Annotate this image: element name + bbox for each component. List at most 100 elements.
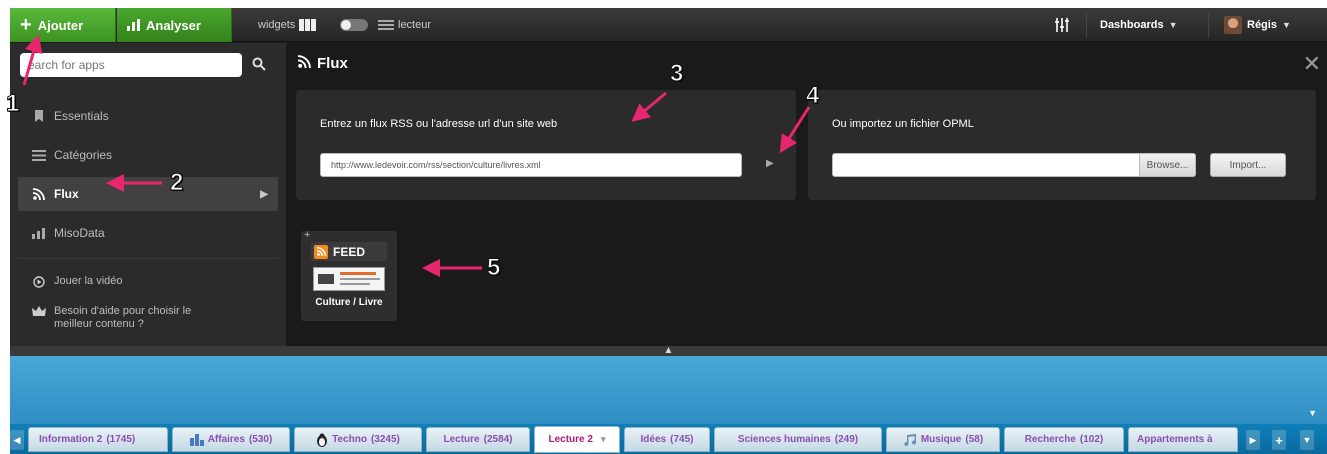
tab-idees[interactable]: Idées (745) [624,427,710,452]
tab-appartements[interactable]: Appartements à [1128,427,1238,452]
tab-label: Idées [640,434,667,445]
add-button-label: Ajouter [37,17,84,33]
equalizer-settings-button[interactable] [1054,8,1070,42]
tab-sciences-humaines[interactable]: Sciences humaines (249) [714,427,882,452]
tab-count: (58) [965,434,984,445]
tabs-menu-icon[interactable]: ▼ [1300,430,1314,450]
import-button[interactable]: Import... [1210,153,1286,177]
sidebar-item-label: Catégories [54,148,113,162]
rss-prompt: Entrez un flux RSS ou l'adresse url d'un… [320,118,558,130]
tab-musique[interactable]: Musique (58) [886,427,1000,452]
toolbar-separator [1208,12,1209,38]
add-button[interactable]: + Ajouter [10,8,116,42]
tab-label: Musique [920,434,962,445]
dashboard-tab-bar: ◀ Information 2 (1745) Affaires (530) Te… [10,424,1327,454]
tab-label: Affaires [207,434,245,445]
feed-thumbnail [313,267,385,291]
feed-badge-label: FEED [333,244,366,259]
rss-icon [314,244,328,259]
annotation-number-5: 5 [486,254,501,281]
widgets-view-toggle[interactable]: widgets [258,8,318,42]
tab-techno[interactable]: Techno (3245) [294,427,422,452]
opml-prompt: Ou importez un fichier OPML [832,118,974,130]
feed-tile[interactable]: + FEED Culture / Livre [301,229,397,321]
plus-icon: + [20,14,32,36]
sidebar-item-essentials[interactable]: Essentials [18,99,278,133]
user-name: Régis [1247,19,1277,31]
grid-icon [299,19,318,31]
dashboards-dropdown[interactable]: Dashboards ▼ [1100,8,1178,42]
toolbar-separator [1086,12,1087,38]
play-circle-icon [32,275,46,289]
chevron-down-icon[interactable]: ▼ [1308,408,1317,418]
tab-label: Techno [332,434,367,445]
tab-count: (3245) [370,434,400,445]
sidebar-item-flux[interactable]: Flux ▶ [18,177,278,211]
panel-title-text: Flux [317,55,348,72]
tab-lecture[interactable]: Lecture (2584) [426,427,530,452]
help-line-1: Besoin d'aide pour choisir le [54,305,192,317]
chevron-down-icon[interactable]: ▾ [601,434,606,445]
rss-url-card: Entrez un flux RSS ou l'adresse url d'un… [296,90,796,200]
sidebar-item-categories[interactable]: Catégories [18,138,278,172]
chevron-right-icon: ▶ [260,188,268,200]
tab-count: (249) [834,434,859,445]
tab-label: Sciences humaines [737,434,831,445]
tab-recherche[interactable]: Recherche (102) [1004,427,1124,452]
rss-icon [297,55,311,72]
play-video-label: Jouer la vidéo [54,275,123,287]
list-icon [32,148,46,162]
tab-lecture-2[interactable]: Lecture 2 ▾ [534,426,620,453]
sidebar-item-label: MisoData [54,226,105,240]
annotation-number-2: 2 [169,169,184,196]
chevron-down-icon: ▼ [1281,20,1291,30]
search-input[interactable] [20,53,242,77]
tab-label: Appartements à [1137,434,1213,445]
tab-affaires[interactable]: Affaires (530) [172,427,290,452]
sidebar-divider [18,258,278,259]
sidebar-item-label: Essentials [54,109,109,123]
dashboards-label: Dashboards [1100,19,1164,31]
analyze-button[interactable]: Analyser [117,8,232,42]
rss-url-field[interactable]: http://www.ledevoir.com/rss/section/cult… [320,153,742,177]
reader-label: lecteur [398,19,432,31]
sidebar-item-misodata[interactable]: MisoData [18,216,278,250]
feed-badge: FEED [311,242,387,261]
add-tab-icon[interactable]: + [1272,430,1286,450]
tab-count: (745) [670,434,694,445]
user-menu[interactable]: Régis ▼ [1224,8,1291,42]
dashboard-area: ▼ [10,356,1327,424]
avatar [1224,16,1242,34]
submit-arrow-icon[interactable]: ▶ [766,158,774,169]
tab-scroll-right-icon[interactable]: ▶ [1246,430,1260,450]
play-video-link[interactable]: Jouer la vidéo [18,275,278,289]
tab-label: Recherche [1024,434,1076,445]
view-mode-switch[interactable] [340,19,368,31]
browse-button[interactable]: Browse... [1139,154,1195,176]
reader-view-toggle[interactable]: lecteur [378,8,431,42]
tab-label: Lecture [443,434,480,445]
tab-information-2[interactable]: Information 2 (1745) [28,427,168,452]
chevron-up-icon[interactable]: ▲ [664,346,674,356]
tab-count: (530) [248,434,273,445]
tab-label: Information 2 [39,434,103,445]
help-text: Besoin d'aide pour choisir le meilleur c… [54,305,191,331]
sidebar: Essentials Catégories Flux ▶ MisoData [10,43,286,346]
close-icon[interactable]: ✕ [1303,53,1321,75]
opml-import-card: Ou importez un fichier OPML Browse... Im… [808,90,1316,200]
help-choose-content-link[interactable]: Besoin d'aide pour choisir le meilleur c… [18,305,278,331]
opml-file-field[interactable]: Browse... [832,153,1196,177]
building-icon [189,433,204,446]
annotation-number-4: 4 [805,82,820,109]
tab-scroll-left-icon[interactable]: ◀ [10,430,24,450]
music-icon [904,433,916,446]
tab-count: (2584) [483,434,513,445]
analyze-button-label: Analyser [146,17,201,33]
chart-icon [32,226,46,240]
sliders-icon [1055,18,1069,32]
search-icon[interactable] [252,57,266,71]
penguin-icon [317,433,328,447]
tab-count: (1745) [106,434,136,445]
add-icon[interactable]: + [304,229,310,241]
panel-collapse-bar[interactable]: ▲ [10,346,1327,356]
